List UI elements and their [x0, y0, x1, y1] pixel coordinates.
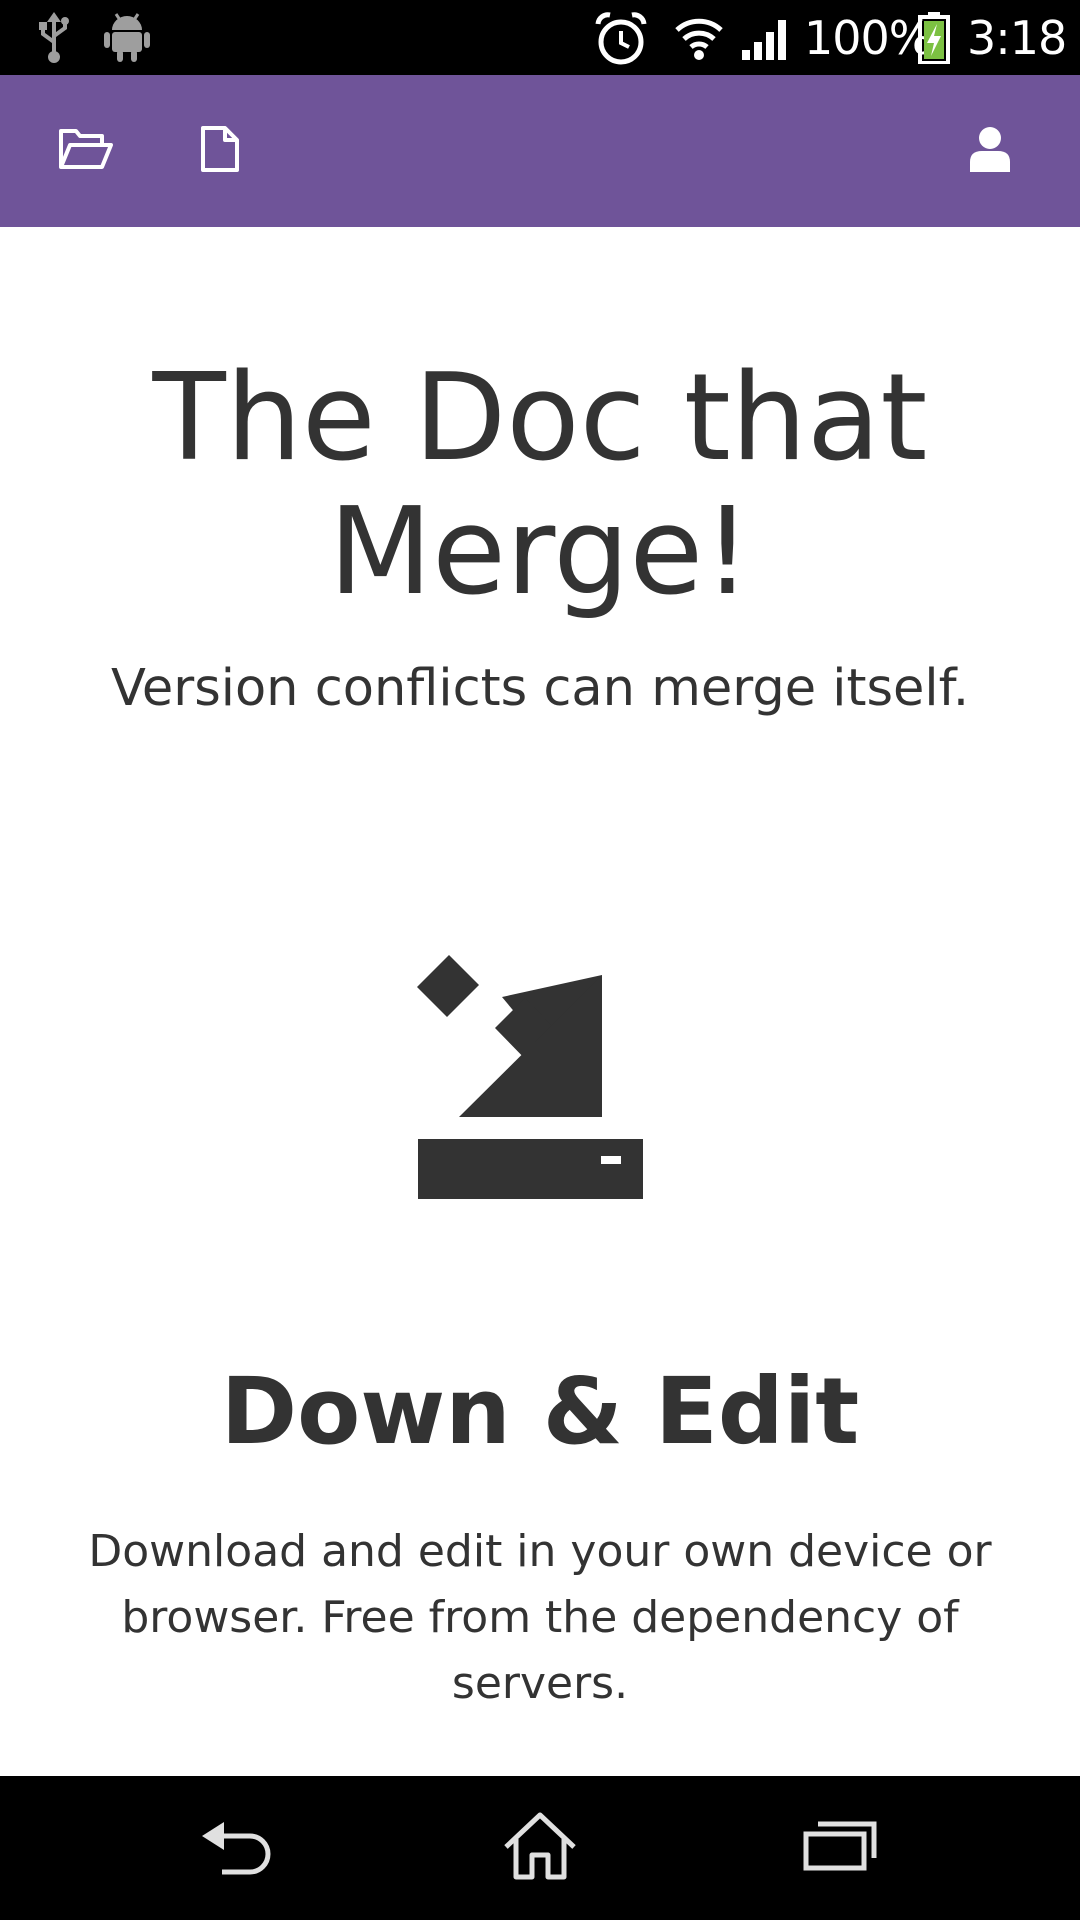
feature-description: Download and edit in your own device or … — [88, 1526, 992, 1709]
hero-subtitle: Version conflicts can merge itself. — [110, 659, 970, 718]
home-button[interactable] — [495, 1812, 585, 1884]
alarm-icon — [594, 12, 648, 70]
main-content: The Doc that Merge! Version conflicts ca… — [0, 227, 1080, 1776]
feature-title: Down & Edit — [220, 1358, 860, 1465]
usb-icon — [36, 12, 72, 68]
hero-title: The Doc that Merge! — [152, 349, 928, 622]
home-icon — [502, 1811, 578, 1885]
open-folder-button[interactable] — [50, 115, 122, 187]
app-bar — [0, 75, 1080, 227]
open-folder-icon — [58, 127, 114, 175]
user-icon — [968, 126, 1012, 176]
back-icon — [200, 1816, 280, 1880]
recent-apps-button[interactable] — [795, 1812, 885, 1884]
recent-apps-icon — [802, 1820, 878, 1876]
android-icon — [104, 12, 150, 66]
user-account-button[interactable] — [954, 115, 1026, 187]
back-button[interactable] — [195, 1812, 285, 1884]
battery-charging-icon — [918, 12, 950, 68]
signal-icon — [740, 16, 790, 64]
battery-percent: 100% — [804, 11, 933, 65]
new-document-button[interactable] — [184, 115, 256, 187]
new-file-icon — [200, 125, 240, 177]
status-bar: 100% 3:18 — [0, 0, 1080, 75]
download-to-drive-icon — [415, 955, 645, 1205]
wifi-icon — [674, 14, 724, 64]
clock: 3:18 — [967, 11, 1067, 65]
system-nav-bar — [0, 1776, 1080, 1920]
